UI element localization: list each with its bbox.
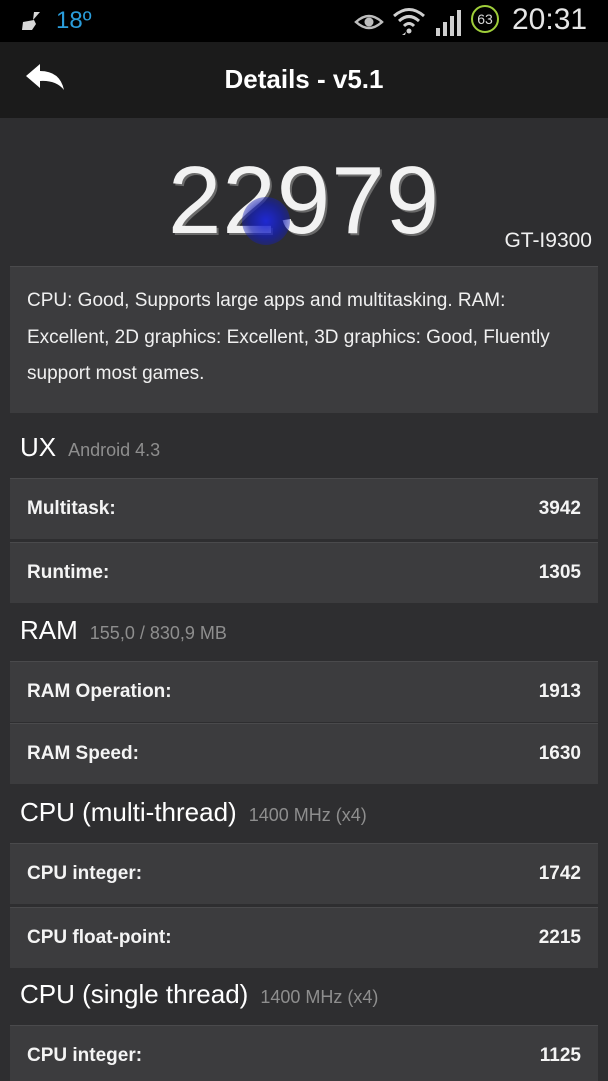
row-value: 1125: [539, 1045, 581, 1066]
device-model: GT-I9300: [504, 229, 592, 252]
row-cpu-integer-single[interactable]: CPU integer: 1125: [10, 1025, 598, 1081]
row-cpu-float-multi[interactable]: CPU float-point: 2215: [10, 907, 598, 968]
row-label: Runtime:: [27, 562, 110, 583]
section-title: RAM: [20, 615, 78, 645]
battery-icon: 63: [471, 5, 499, 33]
section-subtitle: Android 4.3: [68, 440, 161, 460]
row-multitask[interactable]: Multitask: 3942: [10, 478, 598, 539]
clock: 20:31: [512, 3, 588, 36]
row-value: 1913: [538, 681, 581, 702]
section-title: UX: [20, 432, 57, 462]
row-value: 1305: [538, 562, 581, 583]
temperature-text: 18º: [56, 7, 92, 34]
broom-icon: [22, 12, 40, 30]
row-cpu-integer-multi[interactable]: CPU integer: 1742: [10, 843, 598, 904]
section-cpu-multi-header: CPU (multi-thread) 1400 MHz (x4): [20, 797, 367, 837]
row-value: 2215: [538, 927, 581, 948]
section-ux-header: UX Android 4.3: [20, 432, 160, 472]
section-subtitle: 1400 MHz (x4): [248, 805, 367, 825]
row-value: 3942: [538, 498, 581, 519]
page-title: Details - v5.1: [224, 64, 384, 94]
row-ram-operation[interactable]: RAM Operation: 1913: [10, 661, 598, 722]
row-label: RAM Speed:: [27, 743, 139, 764]
signal-icon: [436, 10, 461, 36]
row-ram-speed[interactable]: RAM Speed: 1630: [10, 723, 598, 784]
eye-icon: [354, 14, 384, 30]
section-title: CPU (multi-thread): [20, 797, 237, 827]
battery-level: 63: [477, 11, 493, 27]
summary-panel: CPU: Good, Supports large apps and multi…: [10, 266, 598, 413]
row-value: 1742: [538, 863, 581, 884]
row-label: CPU integer:: [27, 1045, 143, 1066]
wifi-icon: [393, 8, 425, 35]
summary-text: CPU: Good, Supports large apps and multi…: [27, 290, 550, 384]
title-bar: Details - v5.1: [0, 42, 608, 118]
status-bar: 18º 63 20:31: [0, 0, 608, 42]
row-label: RAM Operation:: [27, 681, 172, 702]
section-subtitle: 155,0 / 830,9 MB: [89, 623, 227, 643]
row-label: CPU integer:: [27, 863, 143, 884]
touch-indicator: [242, 197, 290, 245]
section-ram-header: RAM 155,0 / 830,9 MB: [20, 615, 227, 655]
section-subtitle: 1400 MHz (x4): [260, 987, 379, 1007]
row-label: Multitask:: [27, 498, 116, 519]
row-label: CPU float-point:: [27, 927, 172, 948]
section-cpu-single-header: CPU (single thread) 1400 MHz (x4): [20, 979, 378, 1019]
row-value: 1630: [538, 743, 581, 764]
row-runtime[interactable]: Runtime: 1305: [10, 542, 598, 603]
section-title: CPU (single thread): [20, 979, 249, 1009]
